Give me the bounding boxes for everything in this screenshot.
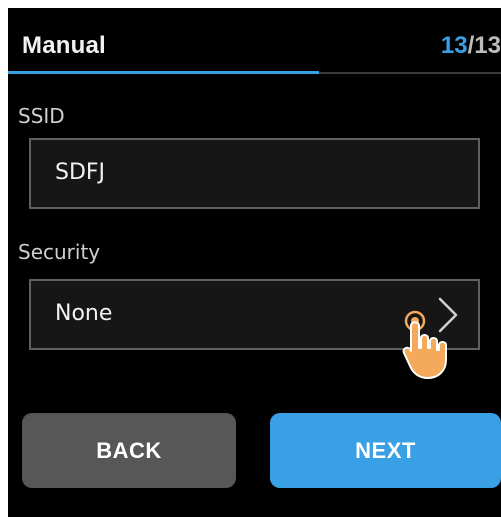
device-screen: Manual 13/13 SSID SDFJ Security None BAC… xyxy=(8,8,501,517)
progress-bar xyxy=(8,71,319,74)
ssid-field[interactable]: SDFJ xyxy=(29,138,480,209)
page-title: Manual xyxy=(22,32,106,59)
page-counter: 13/13 xyxy=(441,32,501,60)
security-value: None xyxy=(55,301,113,326)
security-label: Security xyxy=(18,240,101,264)
ssid-label: SSID xyxy=(18,104,65,128)
ssid-value: SDFJ xyxy=(55,160,106,185)
page-current: 13 xyxy=(440,32,468,59)
back-button[interactable]: BACK xyxy=(22,413,236,488)
tap-hand-icon xyxy=(401,308,459,380)
page-total: 13 xyxy=(474,32,501,59)
next-button[interactable]: NEXT xyxy=(270,413,501,488)
header: Manual 13/13 xyxy=(8,8,501,78)
